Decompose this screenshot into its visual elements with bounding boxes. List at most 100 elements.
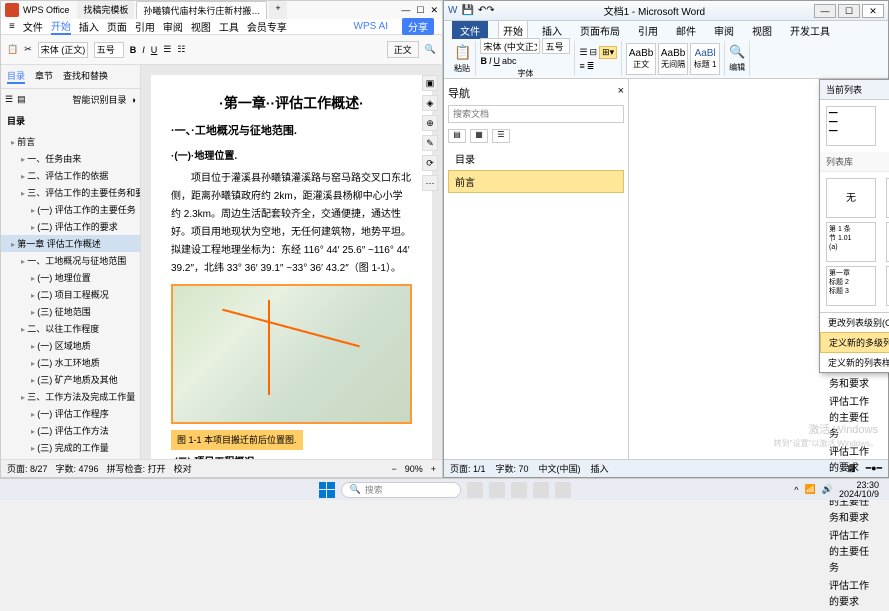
word-italic-icon[interactable]: I: [489, 56, 492, 66]
nav-tree-item[interactable]: (二) 评估工作的要求: [1, 218, 140, 235]
wps-min-icon[interactable]: —: [401, 5, 410, 15]
font-family-select[interactable]: [38, 42, 88, 58]
side-tool-3[interactable]: ⊕: [422, 115, 438, 131]
status-page[interactable]: 页面: 8/27: [7, 462, 48, 475]
nav-tree-item[interactable]: (二) 评估工作方法: [1, 422, 140, 439]
wps-doc-tab-1[interactable]: 找稿完模板: [77, 1, 134, 19]
search-icon[interactable]: 🔍: [425, 44, 436, 55]
wps-tab-ref[interactable]: 引用: [135, 19, 155, 34]
word-nav-tab-headings[interactable]: ▤: [448, 129, 466, 143]
nav-tree-item[interactable]: 一、任务由来: [1, 150, 140, 167]
wps-close-icon[interactable]: ✕: [430, 5, 438, 16]
list-option-3[interactable]: 第 1 条节 1.01(a): [826, 222, 876, 262]
list-option-6[interactable]: 第一章标题 2标题 3: [826, 266, 876, 306]
side-tool-2[interactable]: ◈: [422, 95, 438, 111]
wps-tab-insert[interactable]: 插入: [79, 19, 99, 34]
start-button[interactable]: [319, 482, 335, 498]
side-tool-5[interactable]: ⟳: [422, 155, 438, 171]
status-spell[interactable]: 拼写检查: 打开: [107, 462, 166, 475]
word-tab-view[interactable]: 视图: [748, 21, 776, 40]
wps-tab-view[interactable]: 视图: [191, 19, 211, 34]
word-min-button[interactable]: —: [814, 4, 836, 18]
word-max-button[interactable]: ☐: [838, 4, 860, 18]
wps-new-tab[interactable]: +: [269, 1, 286, 19]
word-tab-insert[interactable]: 插入: [538, 21, 566, 40]
style-nospace[interactable]: AaBb无间隔: [658, 43, 688, 75]
wps-file-label[interactable]: 文件: [23, 19, 43, 34]
define-new-list-style[interactable]: 定义新的列表样式(L)...: [820, 353, 889, 372]
nav-toggle-icon[interactable]: ◑: [131, 95, 136, 105]
word-nav-tab-pages[interactable]: ▦: [470, 129, 488, 143]
taskbar-search[interactable]: 🔍 搜索: [341, 482, 461, 498]
status-words[interactable]: 字数: 4796: [56, 462, 99, 475]
word-nav-item-toc[interactable]: 目录: [448, 147, 624, 170]
nav-tree-item[interactable]: (一) 区域地质: [1, 337, 140, 354]
nav-collapse-icon[interactable]: ▤: [17, 94, 26, 105]
style-normal[interactable]: 正文: [387, 41, 419, 58]
wps-tab-vip[interactable]: 会员专享: [247, 19, 287, 34]
save-icon[interactable]: 💾: [461, 5, 473, 16]
zoom-in-icon[interactable]: +: [431, 464, 436, 474]
taskbar-app-2[interactable]: [489, 482, 505, 498]
undo-icon[interactable]: ↶: [478, 5, 486, 16]
nav-tree-item[interactable]: (二) 项目工程概况: [1, 286, 140, 303]
nav-tree-item[interactable]: (四) 工作质量评述: [1, 456, 140, 459]
word-tab-ref[interactable]: 引用: [634, 21, 662, 40]
word-underline-icon[interactable]: U: [493, 56, 500, 66]
wps-tab-review[interactable]: 审阅: [163, 19, 183, 34]
nav-tab-toc[interactable]: 目录: [7, 69, 25, 84]
word-doc-area[interactable]: 当前列表 ▴ ━━━━━━ 列表库 无 1 ── 1.1 ── 1.1.1 1.…: [629, 79, 888, 459]
nav-tree-item[interactable]: (一) 地理位置: [1, 269, 140, 286]
status-proof[interactable]: 校对: [174, 462, 192, 475]
word-tab-review[interactable]: 审阅: [710, 21, 738, 40]
nav-tree-item[interactable]: (三) 征地范围: [1, 303, 140, 320]
word-tab-dev[interactable]: 开发工具: [786, 21, 834, 40]
nav-tree-item[interactable]: 二、评估工作的依据: [1, 167, 140, 184]
nav-tree-item[interactable]: 第一章 评估工作概述: [1, 235, 140, 252]
taskbar-app-1[interactable]: [467, 482, 483, 498]
paste-icon[interactable]: 📋: [7, 44, 18, 55]
word-nav-close[interactable]: ×: [618, 85, 624, 101]
side-tool-6[interactable]: ⋯: [422, 175, 438, 191]
numbering-button[interactable]: ⊟: [590, 47, 598, 58]
current-list-preview[interactable]: ━━━━━━: [826, 106, 876, 146]
nav-tree-item[interactable]: 二、以往工作程度: [1, 320, 140, 337]
word-nav-tab-results[interactable]: ☰: [492, 129, 510, 143]
bullets-icon[interactable]: ☰: [163, 44, 171, 55]
wps-tab-page[interactable]: 页面: [107, 19, 127, 34]
list-option-none[interactable]: 无: [826, 178, 876, 218]
wps-max-icon[interactable]: ☐: [416, 5, 424, 16]
nav-tree-item[interactable]: 一、工地概况与征地范围: [1, 252, 140, 269]
word-status-page[interactable]: 页面: 1/1: [450, 462, 486, 475]
nav-smart-toc[interactable]: 智能识别目录: [73, 93, 127, 106]
nav-tree-item[interactable]: (三) 完成的工作量: [1, 439, 140, 456]
wps-document-area[interactable]: ·第一章··评估工作概述· ·一、·工地概况与征地范围. ·(一)·地理位置. …: [141, 65, 442, 459]
word-file-tab[interactable]: 文件: [452, 21, 488, 40]
word-status-words[interactable]: 字数: 70: [496, 462, 529, 475]
word-font-select[interactable]: [480, 38, 540, 54]
nav-tree-item[interactable]: 前言: [1, 133, 140, 150]
align-center-icon[interactable]: ≣: [587, 61, 595, 72]
taskbar-app-4[interactable]: [533, 482, 549, 498]
word-tab-mail[interactable]: 邮件: [672, 21, 700, 40]
wps-menu-icon[interactable]: ≡: [9, 21, 15, 32]
word-tab-home[interactable]: 开始: [498, 20, 528, 40]
word-status-insert[interactable]: 插入: [591, 462, 609, 475]
nav-expand-icon[interactable]: ☰: [5, 94, 13, 105]
change-list-level[interactable]: 更改列表级别(C): [820, 313, 889, 332]
find-icon[interactable]: 🔍: [729, 44, 745, 60]
nav-tree-item[interactable]: (一) 评估工作的主要任务: [1, 201, 140, 218]
word-close-button[interactable]: ✕: [862, 4, 884, 18]
word-bold-icon[interactable]: B: [480, 56, 487, 66]
word-nav-search[interactable]: [448, 105, 624, 123]
nav-tree-item[interactable]: (三) 矿产地质及其他: [1, 371, 140, 388]
style-normal[interactable]: AaBb正文: [626, 43, 656, 75]
tray-volume-icon[interactable]: 🔊: [822, 484, 833, 495]
word-paste-icon[interactable]: 📋: [454, 44, 471, 61]
bullets-button[interactable]: ☰: [579, 47, 587, 58]
side-tool-4[interactable]: ✎: [422, 135, 438, 151]
nav-tree-item[interactable]: 三、评估工作的主要任务和要求: [1, 184, 140, 201]
wps-tab-tools[interactable]: 工具: [219, 19, 239, 34]
word-status-lang[interactable]: 中文(中国): [539, 462, 581, 475]
nav-tree-item[interactable]: (一) 评估工作程序: [1, 405, 140, 422]
